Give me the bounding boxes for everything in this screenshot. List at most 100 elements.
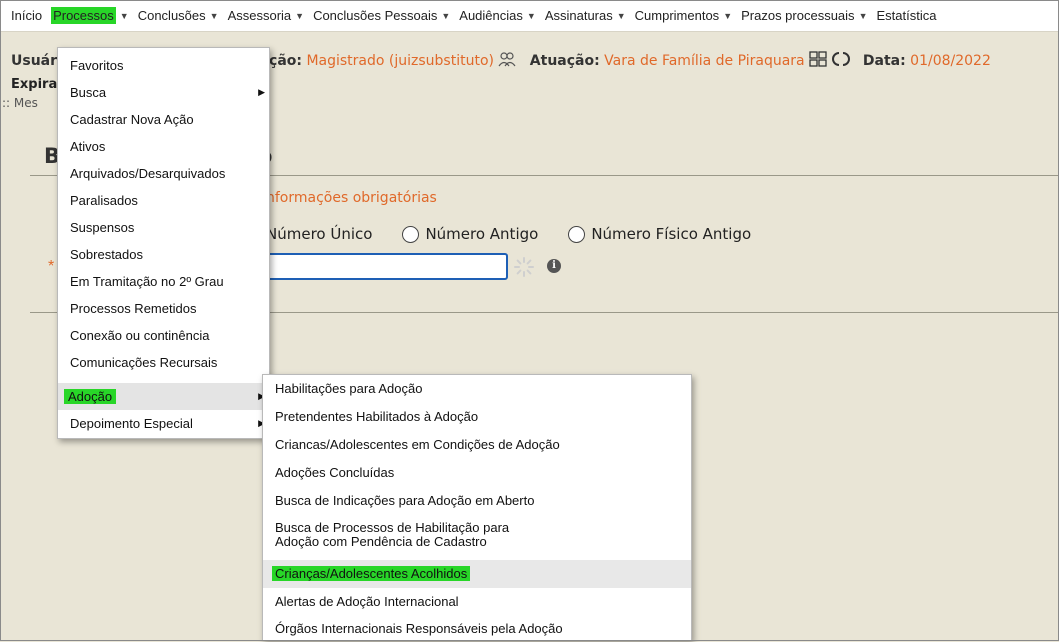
- dropdown-item-adocao[interactable]: Adoção▶: [58, 383, 269, 410]
- item-label: Busca de Indicações para Adoção em Abert…: [275, 493, 535, 508]
- caret-down-icon: ▼: [441, 10, 451, 21]
- caret-down-icon: ▼: [616, 10, 626, 21]
- dropdown-item-comunicacoes-recursais[interactable]: Comunicações Recursais: [58, 349, 269, 376]
- menu-conclusoes-pessoais[interactable]: Conclusões Pessoais ▼: [313, 8, 450, 23]
- menu-prazos-processuais[interactable]: Prazos processuais ▼: [741, 8, 867, 23]
- menu-cumprimentos[interactable]: Cumprimentos ▼: [635, 8, 732, 23]
- radio-numero-fisico-antigo[interactable]: Número Físico Antigo: [568, 225, 751, 243]
- submenu-item-busca-processos-habilitacao[interactable]: Busca de Processos de Habilitação para A…: [263, 515, 691, 559]
- caret-down-icon: ▼: [119, 10, 129, 21]
- top-menu-bar: Início Processos ▼ Conclusões ▼ Assessoria…: [0, 0, 1059, 32]
- item-label: Depoimento Especial: [70, 416, 193, 431]
- submenu-item-criancas-acolhidos[interactable]: Crianças/Adolescentes Acolhidos: [263, 560, 691, 588]
- submenu-item-criancas-condicoes[interactable]: Criancas/Adolescentes em Condições de Ad…: [263, 431, 691, 459]
- item-label: Órgãos Internacionais Responsáveis pela …: [275, 621, 563, 636]
- menu-label: Audiências: [459, 8, 523, 23]
- required-marker: *: [48, 258, 55, 275]
- item-label: Processos Remetidos: [70, 301, 197, 316]
- item-label: Busca de Processos de Habilitação para A…: [275, 520, 510, 549]
- menu-assinaturas[interactable]: Assinaturas ▼: [545, 8, 626, 23]
- radio-label: Número Antigo: [425, 225, 539, 243]
- dropdown-item-cadastrar-nova-acao[interactable]: Cadastrar Nova Ação: [58, 106, 269, 133]
- caret-down-icon: ▼: [209, 10, 219, 21]
- dropdown-item-conexao[interactable]: Conexão ou continência: [58, 322, 269, 349]
- refresh-icon[interactable]: [831, 51, 850, 71]
- dropdown-item-suspensos[interactable]: Suspensos: [58, 214, 269, 241]
- menu-conclusoes[interactable]: Conclusões ▼: [138, 8, 219, 23]
- adocao-submenu: Habilitações para Adoção Pretendentes Ha…: [262, 374, 692, 641]
- item-label: Favoritos: [70, 58, 124, 73]
- item-label: Adoções Concluídas: [275, 465, 395, 480]
- radio-circle: [402, 225, 420, 243]
- submenu-item-orgaos-internacionais[interactable]: Órgãos Internacionais Responsáveis pela …: [263, 616, 691, 642]
- item-label: Arquivados/Desarquivados: [70, 166, 226, 181]
- item-label: Em Tramitação no 2º Grau: [70, 274, 224, 289]
- menu-inicio[interactable]: Início: [11, 8, 42, 23]
- submenu-item-adocoes-concluidas[interactable]: Adoções Concluídas: [263, 459, 691, 487]
- menu-label: Assinaturas: [544, 8, 613, 23]
- dropdown-item-paralisados[interactable]: Paralisados: [58, 187, 269, 214]
- menu-label: Cumprimentos: [634, 8, 720, 23]
- menu-estatistica[interactable]: Estatística: [876, 8, 936, 23]
- submenu-item-alertas-internacional[interactable]: Alertas de Adoção Internacional: [263, 588, 691, 616]
- date-label: Data:: [862, 53, 906, 69]
- item-label: Habilitações para Adoção: [275, 381, 423, 396]
- item-label: Paralisados: [70, 193, 138, 208]
- menu-processos[interactable]: Processos ▼: [51, 7, 129, 24]
- item-label: Sobrestados: [70, 247, 143, 262]
- role-value: Magistrado (juizsubstituto): [306, 53, 494, 69]
- dropdown-item-favoritos[interactable]: Favoritos: [58, 52, 269, 79]
- dropdown-item-ativos[interactable]: Ativos: [58, 133, 269, 160]
- item-label: Crianças/Adolescentes Acolhidos: [272, 566, 471, 581]
- item-label: Suspensos: [70, 220, 135, 235]
- dropdown-item-em-tramitacao[interactable]: Em Tramitação no 2º Grau: [58, 268, 269, 295]
- menu-label: Conclusões Pessoais: [313, 8, 438, 23]
- item-label: Comunicações Recursais: [70, 355, 218, 370]
- submenu-item-pretendentes[interactable]: Pretendentes Habilitados à Adoção: [263, 403, 691, 431]
- process-number-input[interactable]: [262, 253, 508, 280]
- item-label: Alertas de Adoção Internacional: [275, 594, 459, 609]
- submenu-item-habilitacoes[interactable]: Habilitações para Adoção: [263, 375, 691, 403]
- caret-down-icon: ▼: [526, 10, 536, 21]
- radio-numero-antigo[interactable]: Número Antigo: [402, 225, 538, 243]
- required-fields-note: nformações obrigatórias: [266, 190, 437, 206]
- dropdown-item-depoimento-especial[interactable]: Depoimento Especial▶: [58, 410, 269, 437]
- radio-label: Número Físico Antigo: [591, 225, 752, 243]
- caret-down-icon: ▼: [858, 10, 868, 21]
- menu-label: Prazos processuais: [741, 8, 855, 23]
- dropdown-item-busca[interactable]: Busca ▶: [58, 79, 269, 106]
- dropdown-item-processos-remetidos[interactable]: Processos Remetidos: [58, 295, 269, 322]
- chevron-right-icon: ▶: [258, 87, 265, 97]
- expira-label: Expira: [11, 77, 58, 92]
- radio-circle: [568, 225, 586, 243]
- item-label: Busca: [70, 85, 107, 100]
- submenu-item-busca-indicacoes[interactable]: Busca de Indicações para Adoção em Abert…: [263, 487, 691, 515]
- radio-label: Número Único: [266, 225, 373, 243]
- menu-label: Início: [11, 8, 43, 23]
- item-label: Cadastrar Nova Ação: [70, 112, 194, 127]
- grid-icon[interactable]: [809, 51, 827, 71]
- item-label: Pretendentes Habilitados à Adoção: [275, 409, 479, 424]
- caret-down-icon: ▼: [723, 10, 733, 21]
- menu-assessoria[interactable]: Assessoria ▼: [228, 8, 305, 23]
- users-icon[interactable]: [498, 51, 516, 71]
- item-label: Adoção: [64, 389, 117, 404]
- role-label: ção:: [269, 53, 302, 69]
- menu-label: Conclusões: [137, 8, 206, 23]
- info-icon[interactable]: i: [547, 259, 561, 273]
- caret-down-icon: ▼: [295, 10, 305, 21]
- breadcrumb: :: Mes: [2, 96, 38, 110]
- item-label: Conexão ou continência: [70, 328, 210, 343]
- menu-label: Assessoria: [227, 8, 292, 23]
- dropdown-item-arquivados[interactable]: Arquivados/Desarquivados: [58, 160, 269, 187]
- item-label: Criancas/Adolescentes em Condições de Ad…: [275, 437, 560, 452]
- menu-audiencias[interactable]: Audiências ▼: [459, 8, 536, 23]
- radio-numero-unico[interactable]: Número Único: [266, 225, 372, 243]
- dropdown-item-sobrestados[interactable]: Sobrestados: [58, 241, 269, 268]
- date-value: 01/08/2022: [910, 53, 991, 69]
- menu-label: Processos: [51, 7, 116, 24]
- atuacao-label: Atuação:: [529, 53, 600, 69]
- number-type-radios: Número Único Número Antigo Número Físico…: [266, 225, 781, 243]
- processos-dropdown: Favoritos Busca ▶ Cadastrar Nova Ação Ati…: [57, 47, 270, 439]
- item-label: Ativos: [70, 139, 106, 154]
